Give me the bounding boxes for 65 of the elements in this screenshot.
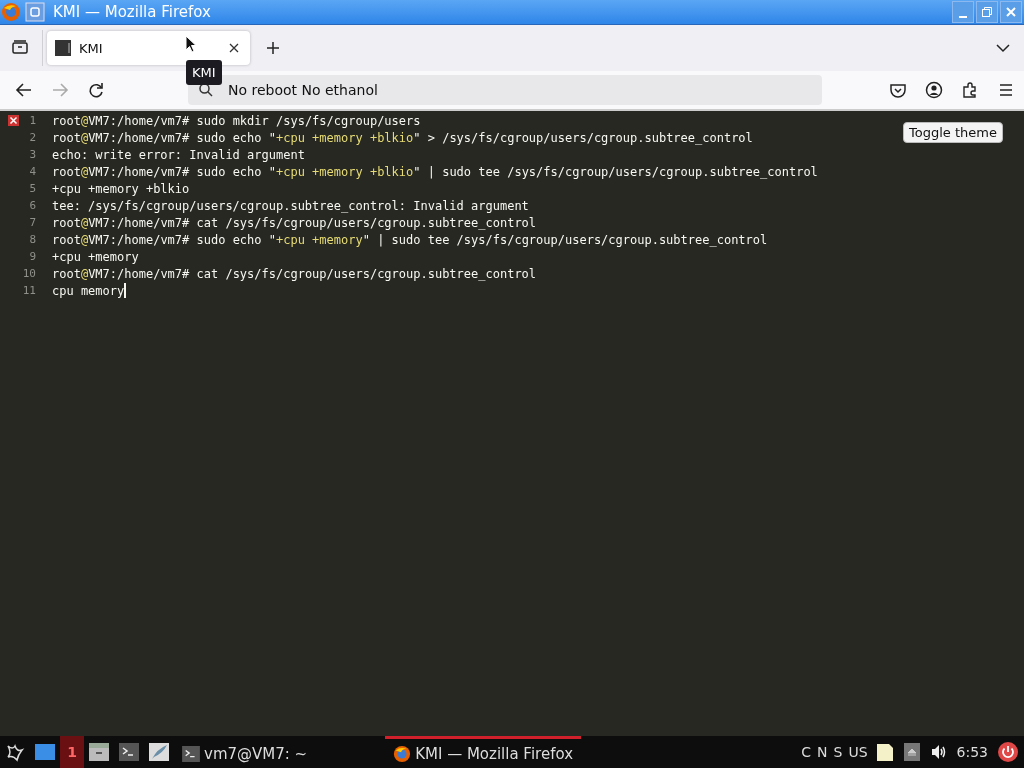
code-line: tee: /sys/fs/cgroup/users/cgroup.subtree_control: Invalid argument (52, 198, 529, 213)
maximize-button[interactable] (976, 1, 998, 23)
note-icon[interactable] (875, 742, 894, 762)
code-line: cpu memory (52, 283, 125, 298)
browser-tab[interactable]: KMI (47, 31, 250, 65)
line-number: 1 (28, 114, 36, 127)
code-line: +cpu +memory (52, 249, 139, 264)
tab-tooltip: KMI (186, 60, 222, 85)
reload-icon[interactable] (87, 81, 105, 99)
volume-icon[interactable] (929, 743, 948, 761)
keyboard-indicator: C (801, 744, 812, 760)
code-line: root@VM7:/home/vm7# sudo echo "+cpu +memory +blkio" | sudo tee /sys/fs/cgroup/users/cgroup.subtree_control (52, 164, 818, 179)
code-line: root@VM7:/home/vm7# sudo echo "+cpu +memory" | sudo tee /sys/fs/cgroup/users/cgroup.subtree_control (52, 232, 768, 247)
power-icon[interactable] (997, 741, 1019, 763)
line-number: 9 (28, 250, 36, 263)
feather-icon[interactable] (149, 743, 169, 761)
code-line: root@VM7:/home/vm7# cat /sys/fs/cgroup/users/cgroup.subtree_control (52, 215, 537, 230)
code-line: root@VM7:/home/vm7# sudo mkdir /sys/fs/cgroup/users (52, 113, 421, 128)
close-icon (1005, 6, 1017, 18)
line-number: 11 (26, 284, 36, 297)
terminal-icon[interactable] (119, 743, 139, 761)
keyboard-indicator: S (833, 744, 843, 760)
search-icon (198, 82, 214, 98)
minimize-icon (959, 16, 967, 18)
workspace-button[interactable]: 1 (60, 736, 84, 768)
line-number: 2 (28, 131, 36, 144)
pocket-icon[interactable] (889, 81, 907, 99)
address-text: No reboot No ethanol (228, 82, 378, 98)
taskbar-window[interactable]: vm7@VM7: ~ (174, 736, 316, 768)
terminal-favicon-icon (55, 40, 71, 56)
line-number: 7 (28, 216, 36, 229)
tab-title: KMI (79, 40, 103, 56)
puzzle-icon[interactable] (961, 81, 979, 99)
minimize-button[interactable] (952, 1, 974, 23)
browser-logo-icon (393, 744, 412, 763)
desktop-icon[interactable] (35, 743, 55, 761)
code-line: +cpu +memory +blkio (52, 181, 190, 196)
code-line: root@VM7:/home/vm7# sudo echo "+cpu +memory +blkio" > /sys/fs/cgroup/users/cgroup.subtree_control (52, 130, 753, 145)
maximize-icon (981, 6, 993, 18)
new-tab-icon[interactable] (266, 41, 280, 55)
line-number: 5 (28, 182, 36, 195)
line-number: 8 (28, 233, 36, 246)
list-tabs-icon[interactable] (996, 43, 1010, 53)
mouse-pointer-icon (185, 35, 197, 53)
clock: 6:53 (956, 744, 988, 760)
menu-icon[interactable] (997, 81, 1015, 99)
line-number: 4 (28, 165, 36, 178)
account-icon[interactable] (925, 81, 943, 99)
close-button[interactable] (1000, 1, 1022, 23)
line-number: 6 (28, 199, 36, 212)
eject-icon[interactable] (903, 743, 920, 761)
keyboard-indicator: US (848, 744, 868, 760)
code-line: echo: write error: Invalid argument (52, 147, 305, 162)
line-number: 10 (26, 267, 36, 280)
keyboard-indicator: N (817, 744, 828, 760)
taskbar-window[interactable]: KMI — Mozilla Firefox (385, 736, 581, 768)
close-tab-icon[interactable] (228, 42, 240, 54)
code-line: root@VM7:/home/vm7# cat /sys/fs/cgroup/users/cgroup.subtree_control (52, 266, 537, 281)
back-icon[interactable] (15, 81, 33, 99)
window-title: KMI — Mozilla Firefox (53, 3, 211, 21)
file-cabinet-icon[interactable] (89, 743, 109, 761)
browser-logo-icon (1, 2, 21, 22)
terminal-icon (182, 745, 200, 762)
toggle-theme-button[interactable]: Toggle theme (903, 122, 1003, 143)
line-number: 3 (28, 148, 36, 161)
